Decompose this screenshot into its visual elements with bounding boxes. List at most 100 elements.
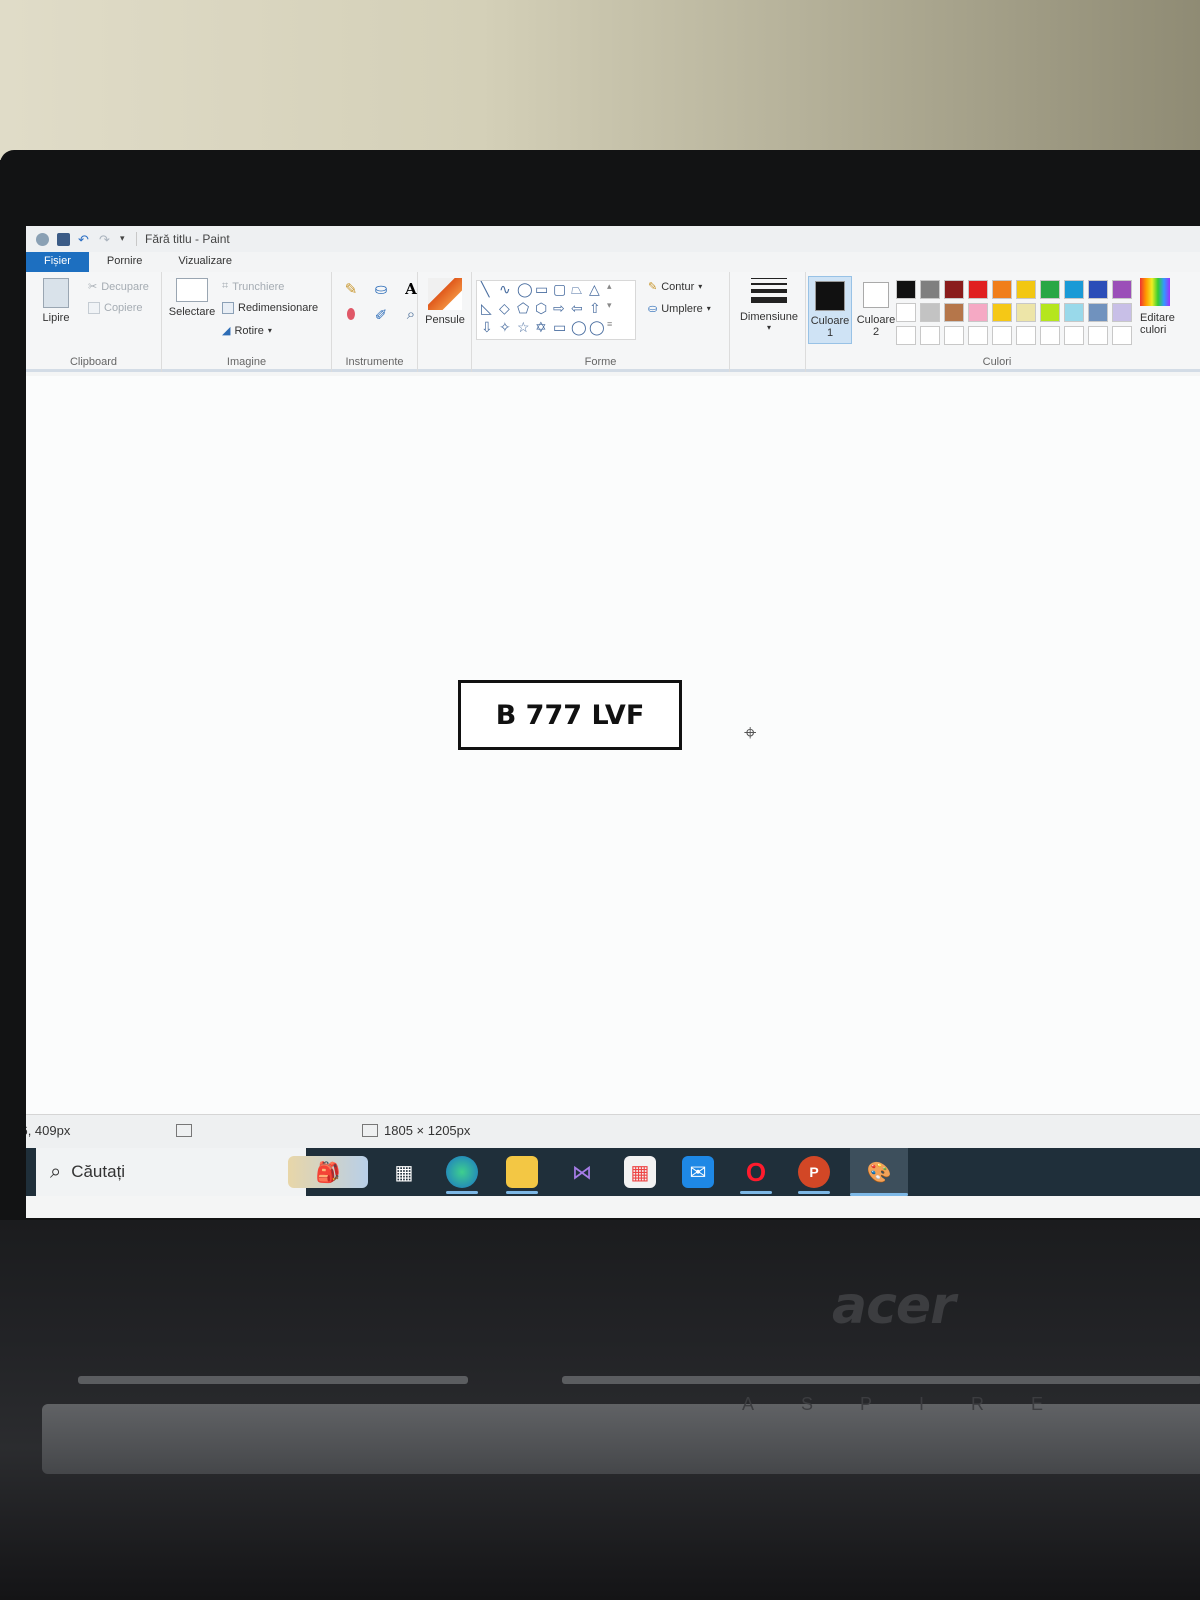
powerpoint-icon[interactable]: P xyxy=(798,1156,830,1194)
brushes-button[interactable]: Pensule xyxy=(420,278,470,326)
undo-icon[interactable]: ↶ xyxy=(78,233,91,246)
palette-swatch[interactable] xyxy=(1088,303,1108,322)
polygon-shape-icon[interactable]: ⏢ xyxy=(571,281,589,300)
star5-shape-icon[interactable]: ☆ xyxy=(517,319,535,338)
palette-swatch[interactable] xyxy=(1040,303,1060,322)
redo-icon[interactable]: ↷ xyxy=(99,233,112,246)
line-shape-icon[interactable]: ╲ xyxy=(481,281,499,300)
palette-swatch[interactable] xyxy=(944,303,964,322)
drawing-canvas[interactable]: B 777 LVF ⌖ xyxy=(26,376,1200,1116)
palette-swatch[interactable] xyxy=(1064,303,1084,322)
shapes-gallery[interactable]: ╲ ∿ ◯ ▭ ▢ ⏢ △ ▴ ◺ ◇ ⬠ ⬡ ⇨ ⇦ ⇧ ▾ ⇩ ✧ ☆ ✡ … xyxy=(476,280,636,340)
oval-shape-icon[interactable]: ◯ xyxy=(517,281,535,300)
arrow-right-shape-icon[interactable]: ⇨ xyxy=(553,300,571,319)
palette-swatch[interactable] xyxy=(1016,280,1036,299)
hexagon-shape-icon[interactable]: ⬡ xyxy=(535,300,553,319)
palette-swatch[interactable] xyxy=(920,326,940,345)
eraser-icon[interactable]: ⬮ xyxy=(340,306,362,324)
color2-button[interactable]: Culoare 2 xyxy=(854,276,898,344)
gallery-more-icon[interactable]: ≡ xyxy=(607,319,625,338)
search-label: Căutați xyxy=(71,1162,126,1181)
outline-button[interactable]: ✎ Contur ▾ xyxy=(648,280,702,294)
tab-file[interactable]: Fișier xyxy=(26,252,89,272)
palette-swatch[interactable] xyxy=(896,326,916,345)
tab-home[interactable]: Pornire xyxy=(89,252,160,272)
color2-label: Culoare xyxy=(856,314,896,326)
palette-swatch[interactable] xyxy=(944,280,964,299)
crop-button[interactable]: ⌗ Trunchiere xyxy=(222,280,284,293)
palette-swatch[interactable] xyxy=(1112,280,1132,299)
resize-button[interactable]: Redimensionare xyxy=(222,302,318,314)
visual-studio-icon[interactable]: ⋈ xyxy=(566,1156,598,1188)
arrow-down-shape-icon[interactable]: ⇩ xyxy=(481,319,499,338)
palette-swatch[interactable] xyxy=(1016,303,1036,322)
callout-oval-shape-icon[interactable]: ◯ xyxy=(571,319,589,338)
palette-swatch[interactable] xyxy=(1112,326,1132,345)
scroll-up-icon[interactable]: ▴ xyxy=(607,281,625,300)
size-button[interactable]: Dimensiune ▾ xyxy=(734,278,804,332)
palette-swatch[interactable] xyxy=(1088,280,1108,299)
scroll-down-icon[interactable]: ▾ xyxy=(607,300,625,319)
arrow-left-shape-icon[interactable]: ⇦ xyxy=(571,300,589,319)
palette-swatch[interactable] xyxy=(992,303,1012,322)
widgets-icon[interactable]: ▦ xyxy=(388,1156,420,1188)
fill-button[interactable]: ⛀ Umplere ▾ xyxy=(648,302,711,316)
palette-swatch[interactable] xyxy=(896,303,916,322)
color1-button[interactable]: Culoare 1 xyxy=(808,276,852,344)
paste-button[interactable]: Lipire xyxy=(36,278,76,324)
rectangle-shape-icon[interactable]: ▭ xyxy=(535,281,553,300)
search-highlight-icon[interactable]: 🎒 xyxy=(288,1156,368,1188)
taskbar-search[interactable]: ⌕ Căutați xyxy=(36,1148,306,1196)
palette-swatch[interactable] xyxy=(1088,326,1108,345)
palette-swatch[interactable] xyxy=(1112,303,1132,322)
star4-shape-icon[interactable]: ✧ xyxy=(499,319,517,338)
palette-swatch[interactable] xyxy=(1040,326,1060,345)
copy-button[interactable]: Copiere xyxy=(88,302,143,314)
palette-swatch[interactable] xyxy=(992,280,1012,299)
clipboard-group-label: Clipboard xyxy=(69,356,118,368)
title-separator xyxy=(136,232,137,246)
callout-cloud-shape-icon[interactable]: ◯ xyxy=(589,319,607,338)
star6-shape-icon[interactable]: ✡ xyxy=(535,319,553,338)
palette-swatch[interactable] xyxy=(968,303,988,322)
size-group: Dimensiune ▾ xyxy=(730,272,806,372)
triangle-shape-icon[interactable]: △ xyxy=(589,281,607,300)
palette-swatch[interactable] xyxy=(920,280,940,299)
opera-icon[interactable]: O xyxy=(740,1156,772,1194)
rounded-rectangle-shape-icon[interactable]: ▢ xyxy=(553,281,571,300)
color1-label: Culoare xyxy=(810,315,850,327)
palette-swatch[interactable] xyxy=(1040,280,1060,299)
palette-swatch[interactable] xyxy=(968,280,988,299)
rotate-dropdown-icon: ▾ xyxy=(267,326,272,335)
store-icon[interactable]: ▦ xyxy=(624,1156,656,1188)
cut-button[interactable]: ✂ Decupare xyxy=(88,280,149,294)
pencil-icon[interactable]: ✎ xyxy=(340,280,362,298)
color1-swatch xyxy=(815,281,845,311)
edit-colors-button[interactable]: Editare culori xyxy=(1140,278,1200,336)
tab-view[interactable]: Vizualizare xyxy=(160,252,250,272)
curve-shape-icon[interactable]: ∿ xyxy=(499,281,517,300)
save-icon[interactable] xyxy=(57,232,70,246)
callout-rect-shape-icon[interactable]: ▭ xyxy=(553,319,571,338)
right-triangle-shape-icon[interactable]: ◺ xyxy=(481,300,499,319)
arrow-up-shape-icon[interactable]: ⇧ xyxy=(589,300,607,319)
palette-swatch[interactable] xyxy=(944,326,964,345)
mail-icon[interactable]: ✉ xyxy=(682,1156,714,1188)
palette-swatch[interactable] xyxy=(992,326,1012,345)
edge-icon[interactable] xyxy=(446,1156,478,1194)
palette-swatch[interactable] xyxy=(1064,280,1084,299)
paint-taskbar-icon[interactable]: 🎨 xyxy=(850,1148,908,1196)
fill-bucket-icon[interactable]: ⛀ xyxy=(370,280,392,298)
diamond-shape-icon[interactable]: ◇ xyxy=(499,300,517,319)
select-button[interactable]: Selectare xyxy=(166,278,218,318)
file-explorer-icon[interactable] xyxy=(506,1156,538,1194)
color-picker-icon[interactable]: ✐ xyxy=(370,306,392,324)
palette-swatch[interactable] xyxy=(1064,326,1084,345)
palette-swatch[interactable] xyxy=(1016,326,1036,345)
rotate-button[interactable]: ◢ Rotire ▾ xyxy=(222,324,272,338)
pentagon-shape-icon[interactable]: ⬠ xyxy=(517,300,535,319)
palette-swatch[interactable] xyxy=(920,303,940,322)
customize-dropdown-icon[interactable]: ▾ xyxy=(120,233,128,246)
palette-swatch[interactable] xyxy=(968,326,988,345)
palette-swatch[interactable] xyxy=(896,280,916,299)
